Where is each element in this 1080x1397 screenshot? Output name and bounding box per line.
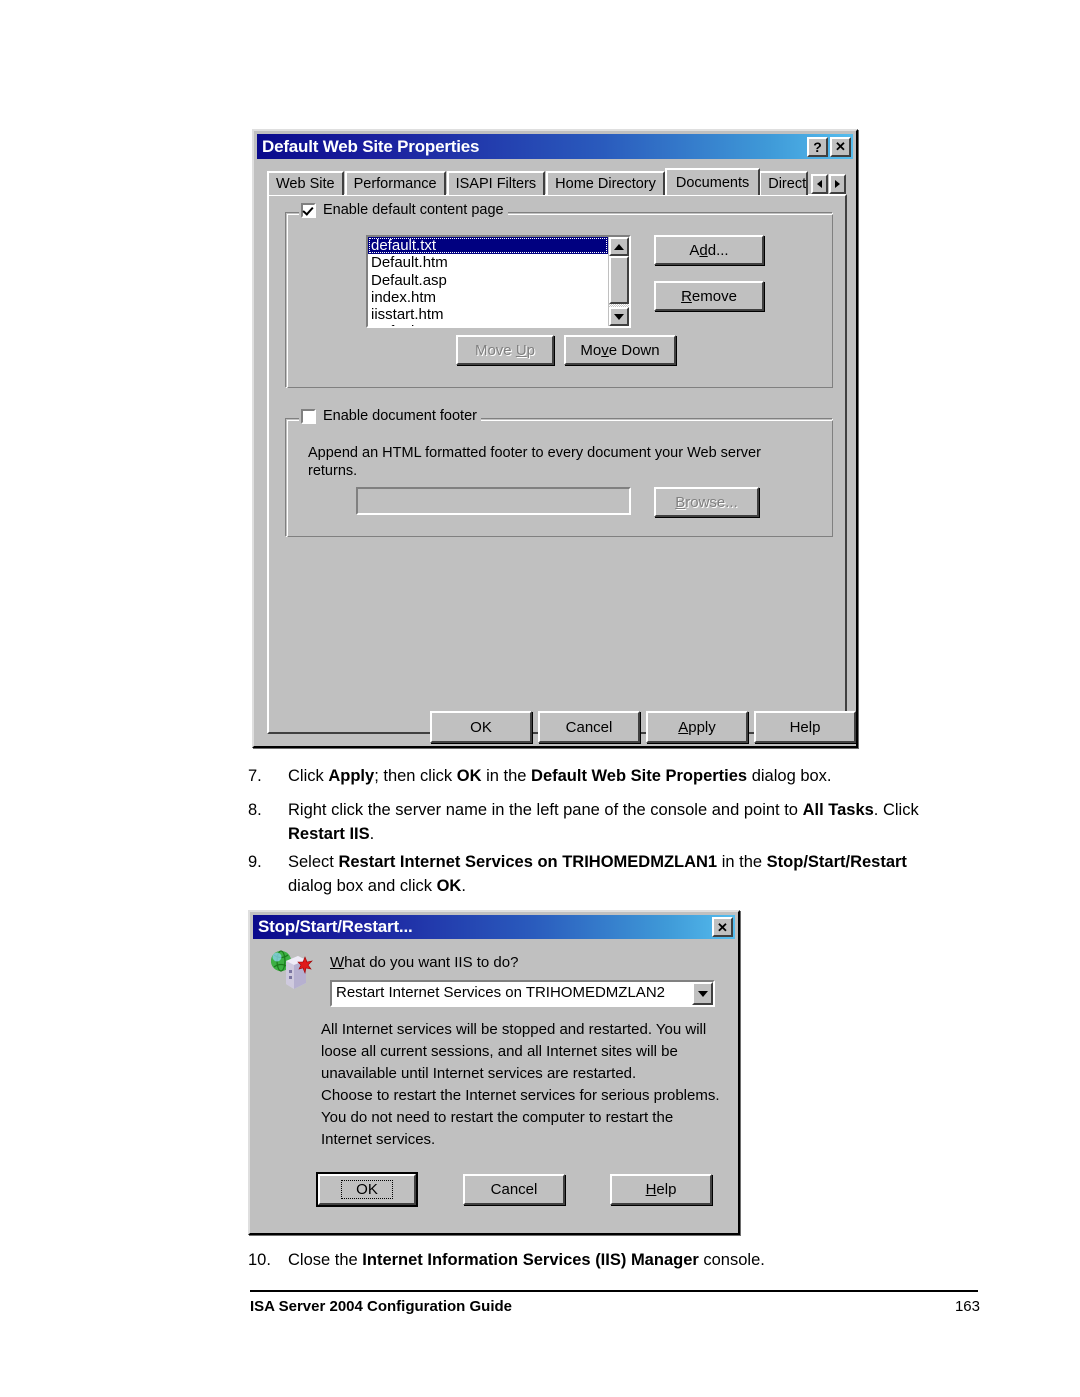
step-9: 9. Select Restart Internet Services on T… bbox=[248, 850, 980, 898]
listbox-scrollbar[interactable] bbox=[608, 237, 629, 326]
tab-label: ISAPI Filters bbox=[455, 176, 537, 192]
enable-document-footer-group: Enable document footer Append an HTML fo… bbox=[285, 408, 833, 537]
restart-dialog-title: Stop/Start/Restart... bbox=[258, 917, 413, 936]
description-line: All Internet services will be stopped an… bbox=[321, 1021, 707, 1038]
tab-directory-security[interactable]: Directory S bbox=[759, 171, 808, 195]
restart-help-button[interactable]: Help bbox=[610, 1174, 712, 1205]
list-item[interactable]: Default.htm bbox=[368, 254, 608, 271]
tab-performance[interactable]: Performance bbox=[344, 171, 446, 195]
description-line: Internet services. bbox=[321, 1131, 436, 1148]
description-line: You do not need to restart the computer … bbox=[321, 1109, 674, 1126]
properties-dialog-title: Default Web Site Properties bbox=[262, 136, 480, 156]
restart-cancel-button[interactable]: Cancel bbox=[463, 1174, 565, 1205]
step-10: 10. Close the Internet Information Servi… bbox=[248, 1248, 980, 1272]
page-number: 163 bbox=[954, 1298, 980, 1315]
move-up-button[interactable]: Move Up bbox=[456, 335, 554, 365]
tab-label: Documents bbox=[675, 174, 750, 191]
tab-web-site[interactable]: Web Site bbox=[267, 171, 344, 195]
listbox-items: default.txt Default.htm Default.asp inde… bbox=[368, 237, 608, 326]
tab-label: Home Directory bbox=[555, 176, 656, 192]
cancel-button-label: Cancel bbox=[565, 718, 613, 736]
step-text: Click Apply; then click OK in the Defaul… bbox=[288, 767, 832, 785]
tab-scroll-left-icon[interactable] bbox=[811, 174, 828, 194]
apply-button[interactable]: Apply bbox=[646, 711, 748, 743]
ok-button-label: OK bbox=[470, 718, 492, 736]
iis-action-combobox[interactable]: Restart Internet Services on TRIHOMEDMZL… bbox=[330, 980, 715, 1007]
list-item[interactable]: iisstart.htm bbox=[368, 306, 608, 323]
cancel-button[interactable]: Cancel bbox=[538, 711, 640, 743]
footer-book-title: ISA Server 2004 Configuration Guide bbox=[250, 1298, 513, 1315]
properties-tabstrip: Web Site Performance ISAPI Filters Home … bbox=[267, 168, 846, 195]
description-line: Choose to restart the Internet services … bbox=[321, 1087, 720, 1104]
tab-scroll-right-icon[interactable] bbox=[829, 174, 846, 194]
description-line-2: returns. bbox=[308, 463, 358, 479]
properties-dialog-titlebar[interactable]: Default Web Site Properties ? ✕ bbox=[257, 134, 853, 159]
enable-document-footer-legend: Enable document footer bbox=[299, 408, 481, 424]
ok-button[interactable]: OK bbox=[430, 711, 532, 743]
close-icon[interactable]: ✕ bbox=[830, 136, 851, 157]
help-button[interactable]: Help bbox=[754, 711, 856, 743]
enable-default-content-page-group: Enable default content page default.txt … bbox=[285, 202, 833, 388]
list-item[interactable]: Default.asp bbox=[368, 272, 608, 289]
scroll-down-icon[interactable] bbox=[609, 307, 629, 326]
list-item[interactable]: Default.a bbox=[368, 323, 608, 326]
help-button-label: Help bbox=[789, 718, 821, 736]
step-number: 8. bbox=[248, 801, 262, 819]
tab-label: Performance bbox=[353, 176, 437, 192]
chevron-down-icon[interactable] bbox=[692, 982, 713, 1005]
step-7: 7. Click Apply; then click OK in the Def… bbox=[248, 764, 980, 788]
stop-start-restart-dialog: Stop/Start/Restart... ✕ What do you want… bbox=[248, 910, 740, 1235]
enable-default-content-page-legend: Enable default content page bbox=[299, 202, 508, 218]
tab-label: Web Site bbox=[276, 176, 335, 192]
remove-button[interactable]: Remove bbox=[654, 281, 764, 311]
list-item[interactable]: index.htm bbox=[368, 289, 608, 306]
document-footer-path-input[interactable] bbox=[356, 487, 631, 515]
documents-tab-page: Enable default content page default.txt … bbox=[267, 194, 847, 734]
document-footer-description: Append an HTML formatted footer to every… bbox=[308, 444, 808, 480]
step-text: Right click the server name in the left … bbox=[288, 801, 919, 843]
tab-home-directory[interactable]: Home Directory bbox=[546, 171, 665, 195]
tab-label: Directory S bbox=[768, 176, 807, 192]
description-line: unavailable until Internet services are … bbox=[321, 1065, 637, 1082]
enable-default-content-page-checkbox[interactable] bbox=[301, 202, 316, 218]
step-text: Close the Internet Information Services … bbox=[288, 1251, 765, 1269]
close-icon[interactable]: ✕ bbox=[712, 917, 733, 937]
move-down-button[interactable]: Move Down bbox=[564, 335, 676, 365]
scrollbar-thumb[interactable] bbox=[609, 256, 629, 304]
add-button[interactable]: Add... bbox=[654, 235, 764, 265]
iis-action-selected-value: Restart Internet Services on TRIHOMEDMZL… bbox=[336, 984, 665, 1001]
enable-default-content-page-label: Enable default content page bbox=[323, 202, 504, 218]
restart-cancel-button-label: Cancel bbox=[490, 1181, 538, 1198]
restart-prompt-text: hat do you want IIS to do? bbox=[344, 954, 519, 971]
tab-documents[interactable]: Documents bbox=[664, 168, 761, 195]
description-line: loose all current sessions, and all Inte… bbox=[321, 1043, 678, 1060]
scrollbar-track[interactable] bbox=[609, 256, 629, 307]
restart-description: All Internet services will be stopped an… bbox=[321, 1019, 721, 1151]
enable-document-footer-checkbox[interactable] bbox=[301, 408, 316, 424]
list-item[interactable]: default.txt bbox=[368, 237, 608, 255]
restart-ok-button[interactable]: OK bbox=[316, 1172, 418, 1207]
tab-isapi-filters[interactable]: ISAPI Filters bbox=[446, 171, 546, 195]
step-number: 7. bbox=[248, 767, 262, 785]
iis-server-icon bbox=[271, 950, 313, 989]
step-text: Select Restart Internet Services on TRIH… bbox=[288, 853, 907, 895]
browse-button[interactable]: Browse... bbox=[654, 487, 759, 517]
footer-divider bbox=[250, 1290, 978, 1292]
restart-dialog-titlebar[interactable]: Stop/Start/Restart... ✕ bbox=[253, 915, 735, 939]
default-web-site-properties-dialog: Default Web Site Properties ? ✕ Web Site… bbox=[252, 129, 858, 748]
default-documents-listbox[interactable]: default.txt Default.htm Default.asp inde… bbox=[366, 235, 631, 328]
step-number: 9. bbox=[248, 853, 262, 871]
enable-document-footer-label: Enable document footer bbox=[323, 408, 477, 424]
restart-ok-button-label: OK bbox=[341, 1180, 393, 1199]
step-number: 10. bbox=[248, 1251, 271, 1269]
help-titlebar-icon[interactable]: ? bbox=[807, 136, 828, 157]
step-8: 8. Right click the server name in the le… bbox=[248, 798, 980, 846]
description-line-1: Append an HTML formatted footer to every… bbox=[308, 445, 761, 461]
restart-prompt-label: What do you want IIS to do? bbox=[330, 954, 519, 971]
scroll-up-icon[interactable] bbox=[609, 237, 629, 256]
tab-scroll-buttons bbox=[810, 174, 846, 194]
